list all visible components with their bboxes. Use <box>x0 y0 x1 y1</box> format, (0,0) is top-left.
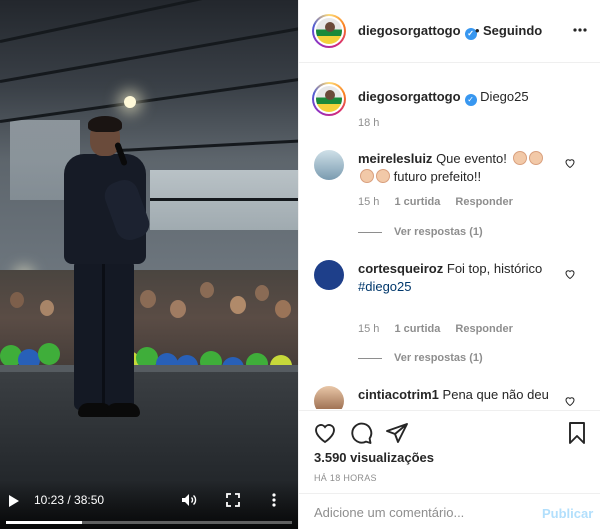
reply-button[interactable]: Responder <box>455 196 512 208</box>
video-frame <box>0 0 298 529</box>
fullscreen-icon[interactable] <box>226 493 240 507</box>
comment: cintiacotrim1 Pena que não deu <box>358 387 549 402</box>
view-replies-button[interactable]: Ver respostas (1) <box>358 352 483 364</box>
clap-emoji-icon <box>360 169 374 183</box>
author-username[interactable]: diegosorgattogo ✓ <box>358 23 477 40</box>
post-timestamp: HÁ 18 HORAS <box>314 473 377 483</box>
speaker-figure <box>60 116 154 430</box>
comment-composer: Publicar <box>299 493 600 529</box>
caption-age: 18 h <box>358 117 380 129</box>
view-replies-button[interactable]: Ver respostas (1) <box>358 226 483 238</box>
share-send-icon[interactable] <box>385 421 409 445</box>
volume-icon[interactable] <box>181 493 197 507</box>
video-progress-bar[interactable] <box>6 521 292 524</box>
reply-button[interactable]: Responder <box>455 323 512 335</box>
comment-meta: 15 h 1 curtida Responder <box>358 196 513 208</box>
comment-username[interactable]: cintiacotrim1 <box>358 387 439 402</box>
comment-meta: 15 h 1 curtida Responder <box>358 323 513 335</box>
video-time: 10:23 / 38:50 <box>34 493 105 507</box>
hashtag-link[interactable]: #diego25 <box>358 279 412 294</box>
caption: diegosorgattogo ✓ Diego25 <box>358 89 529 106</box>
comment: meirelesluiz Que evento! futuro prefeito… <box>358 150 558 186</box>
commenter-avatar[interactable] <box>314 386 344 409</box>
commenter-avatar[interactable] <box>314 260 344 290</box>
action-bar <box>299 410 600 450</box>
comment-likes-link[interactable]: 1 curtida <box>394 196 440 208</box>
video-progress-fill <box>6 521 83 524</box>
author-avatar[interactable] <box>312 14 346 48</box>
caption-avatar[interactable] <box>312 82 346 116</box>
comment-like-icon[interactable] <box>564 157 576 169</box>
verified-icon: ✓ <box>464 94 477 106</box>
comment-like-icon[interactable] <box>564 395 576 407</box>
clap-emoji-icon <box>528 151 543 165</box>
video-player[interactable]: 10:23 / 38:50 <box>0 0 298 529</box>
comment: cortesqueiroz Foi top, histórico #diego2… <box>358 261 543 294</box>
comment-like-icon[interactable] <box>564 268 576 280</box>
clap-emoji-icon <box>512 151 527 165</box>
clap-emoji-icon <box>376 169 390 183</box>
save-bookmark-icon[interactable] <box>565 421 589 445</box>
comments-list[interactable]: diegosorgattogo ✓ Diego25 18 h meireleslu… <box>299 64 600 409</box>
comment-likes-link[interactable]: 1 curtida <box>394 323 440 335</box>
like-heart-icon[interactable] <box>313 421 337 445</box>
post-header: diegosorgattogo ✓ • Seguindo <box>299 0 600 63</box>
header-separator: • <box>475 23 480 38</box>
post-panel: diegosorgattogo ✓ • Seguindo diegosorgatt… <box>298 0 600 529</box>
caption-username[interactable]: diegosorgattogo <box>358 89 461 104</box>
view-count[interactable]: 3.590 visualizações <box>314 450 434 465</box>
following-button[interactable]: Seguindo <box>483 23 542 38</box>
commenter-avatar[interactable] <box>314 150 344 180</box>
comment-username[interactable]: meirelesluiz <box>358 151 432 166</box>
comment-username[interactable]: cortesqueiroz <box>358 261 443 276</box>
publish-button[interactable]: Publicar <box>542 506 593 521</box>
play-icon[interactable] <box>9 495 19 507</box>
options-icon[interactable] <box>573 28 587 32</box>
caption-text: Diego25 <box>480 89 529 104</box>
video-more-icon[interactable] <box>270 492 278 508</box>
comment-input[interactable] <box>314 505 524 520</box>
comment-bubble-icon[interactable] <box>349 421 373 445</box>
